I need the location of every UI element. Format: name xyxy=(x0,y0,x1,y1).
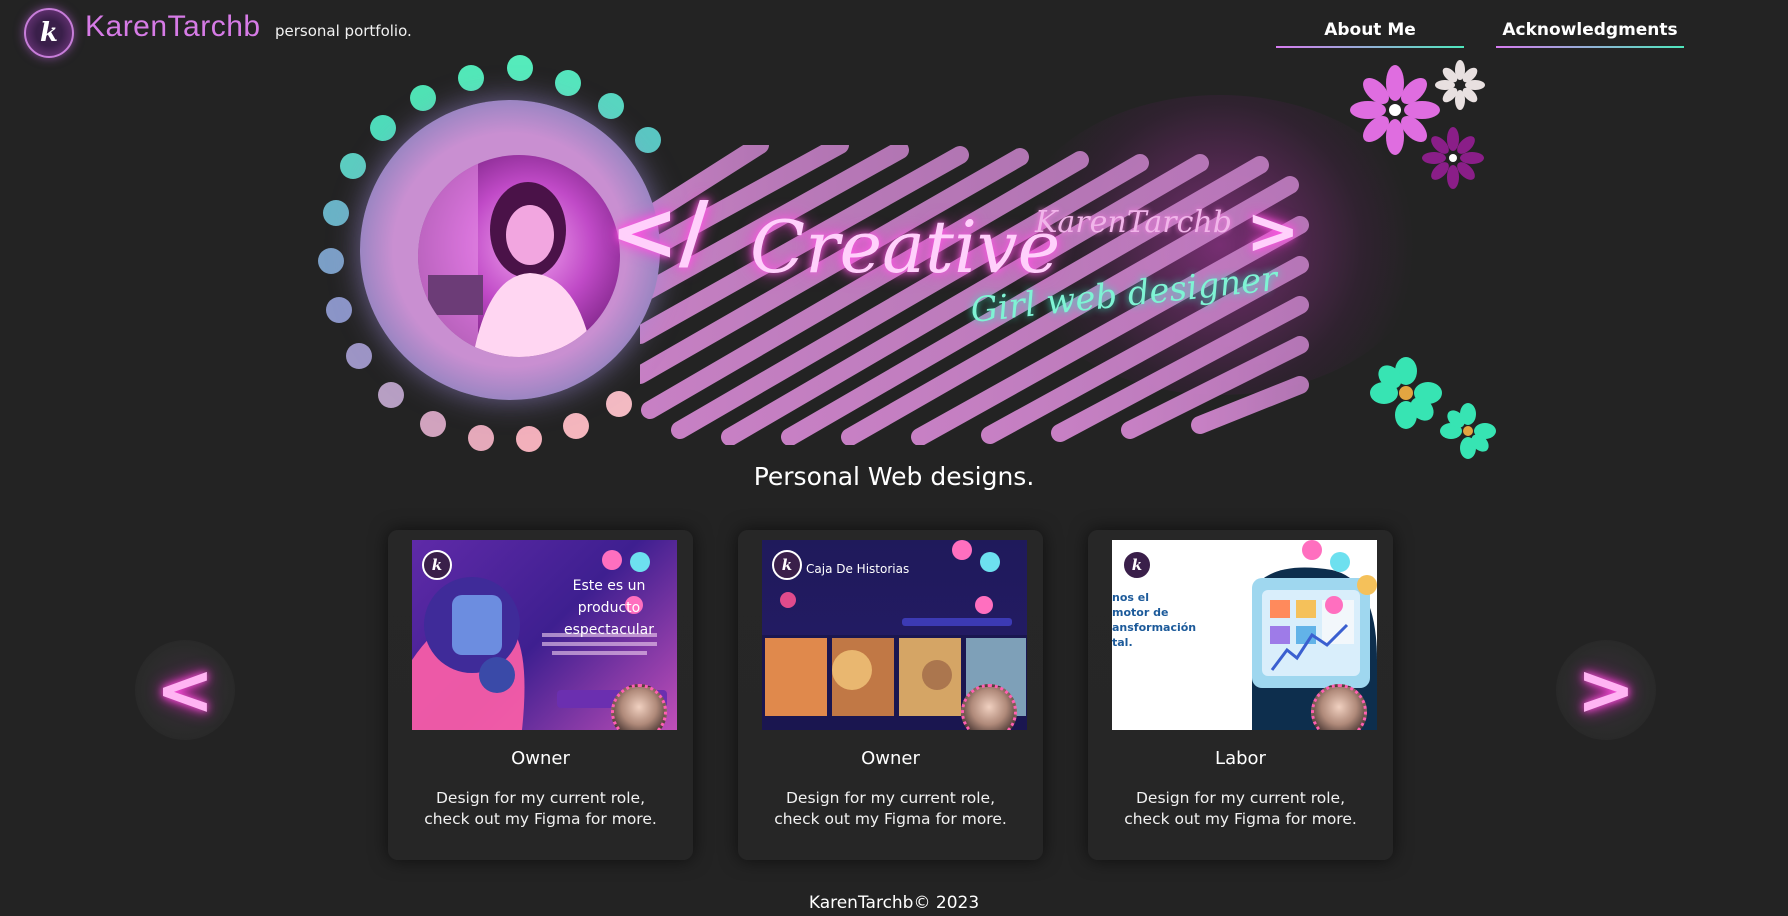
nav-acknowledgments[interactable]: Acknowledgments xyxy=(1496,20,1684,48)
decorative-dot xyxy=(598,93,624,119)
carousel-next-button[interactable]: > xyxy=(1556,640,1656,740)
section-title: Personal Web designs. xyxy=(753,462,1035,491)
card-description: Design for my current role, check out my… xyxy=(774,789,1007,828)
card-role: Owner xyxy=(511,748,570,769)
flower-icon xyxy=(1370,357,1442,429)
design-card[interactable]: k nos el motor de ansformación tal. Labo… xyxy=(1088,530,1393,860)
hero-creative-text: Creative xyxy=(750,205,1061,289)
thumbnail-logo: k xyxy=(1122,550,1152,580)
hero-banner: </ Creative KarenTarchb Girl web designe… xyxy=(310,55,1500,459)
hero-close-bracket: > xyxy=(1246,195,1300,269)
design-thumbnail[interactable]: k nos el motor de ansformación tal. xyxy=(1112,540,1377,730)
nav-about-me[interactable]: About Me xyxy=(1276,20,1464,48)
decorative-dot xyxy=(340,153,366,179)
decorative-dot xyxy=(420,411,446,437)
design-thumbnail[interactable]: k Este es un producto espectacular xyxy=(412,540,677,730)
thumbnail-logo: k xyxy=(422,550,452,580)
decorative-dot xyxy=(606,391,632,417)
card-role: Owner xyxy=(861,748,920,769)
thumbnail-headline: nos el motor de ansformación tal. xyxy=(1112,591,1197,649)
card-role: Labor xyxy=(1215,748,1266,769)
decorative-dot xyxy=(635,127,661,153)
decorative-dot xyxy=(378,382,404,408)
logo-letter: k xyxy=(39,18,58,48)
card-description: Design for my current role, check out my… xyxy=(424,789,657,828)
profile-photo xyxy=(418,155,620,357)
decorative-dot xyxy=(410,85,436,111)
hero-name-text: KarenTarchb xyxy=(1035,205,1232,240)
decorative-dot xyxy=(516,426,542,452)
decorative-dot xyxy=(555,70,581,96)
design-card[interactable]: k Caja De Historias Owner Design for my … xyxy=(738,530,1043,860)
tagline: personal portfolio. xyxy=(275,22,412,40)
design-thumbnail[interactable]: k Caja De Historias xyxy=(762,540,1027,730)
decorative-dot xyxy=(507,55,533,81)
card-description: Design for my current role, check out my… xyxy=(1124,789,1357,828)
decorative-dot xyxy=(318,248,344,274)
decorative-dot xyxy=(563,413,589,439)
flower-icon xyxy=(1440,403,1496,459)
thumbnail-headline: Este es un producto espectacular xyxy=(564,578,654,638)
flower-icon xyxy=(1422,127,1484,189)
decorative-dot xyxy=(323,200,349,226)
decorative-dot xyxy=(370,115,396,141)
hero-open-bracket: </ xyxy=(610,185,709,280)
thumbnail-headline: Caja De Historias xyxy=(806,562,910,576)
chevron-right-icon: > xyxy=(1576,649,1636,731)
decorative-dot xyxy=(326,297,352,323)
thumbnail-logo: k xyxy=(772,550,802,580)
decorative-dot xyxy=(346,343,372,369)
decorative-dot xyxy=(458,65,484,91)
design-card[interactable]: k Este es un producto espectacular Owner… xyxy=(388,530,693,860)
footer-copyright: KarenTarchb© 2023 xyxy=(808,893,980,913)
chevron-left-icon: < xyxy=(155,649,215,731)
logo[interactable]: k xyxy=(24,8,74,58)
carousel-prev-button[interactable]: < xyxy=(135,640,235,740)
decorative-dot xyxy=(468,425,494,451)
flower-icon xyxy=(1435,60,1485,110)
brand-name[interactable]: KarenTarchb xyxy=(85,10,261,44)
